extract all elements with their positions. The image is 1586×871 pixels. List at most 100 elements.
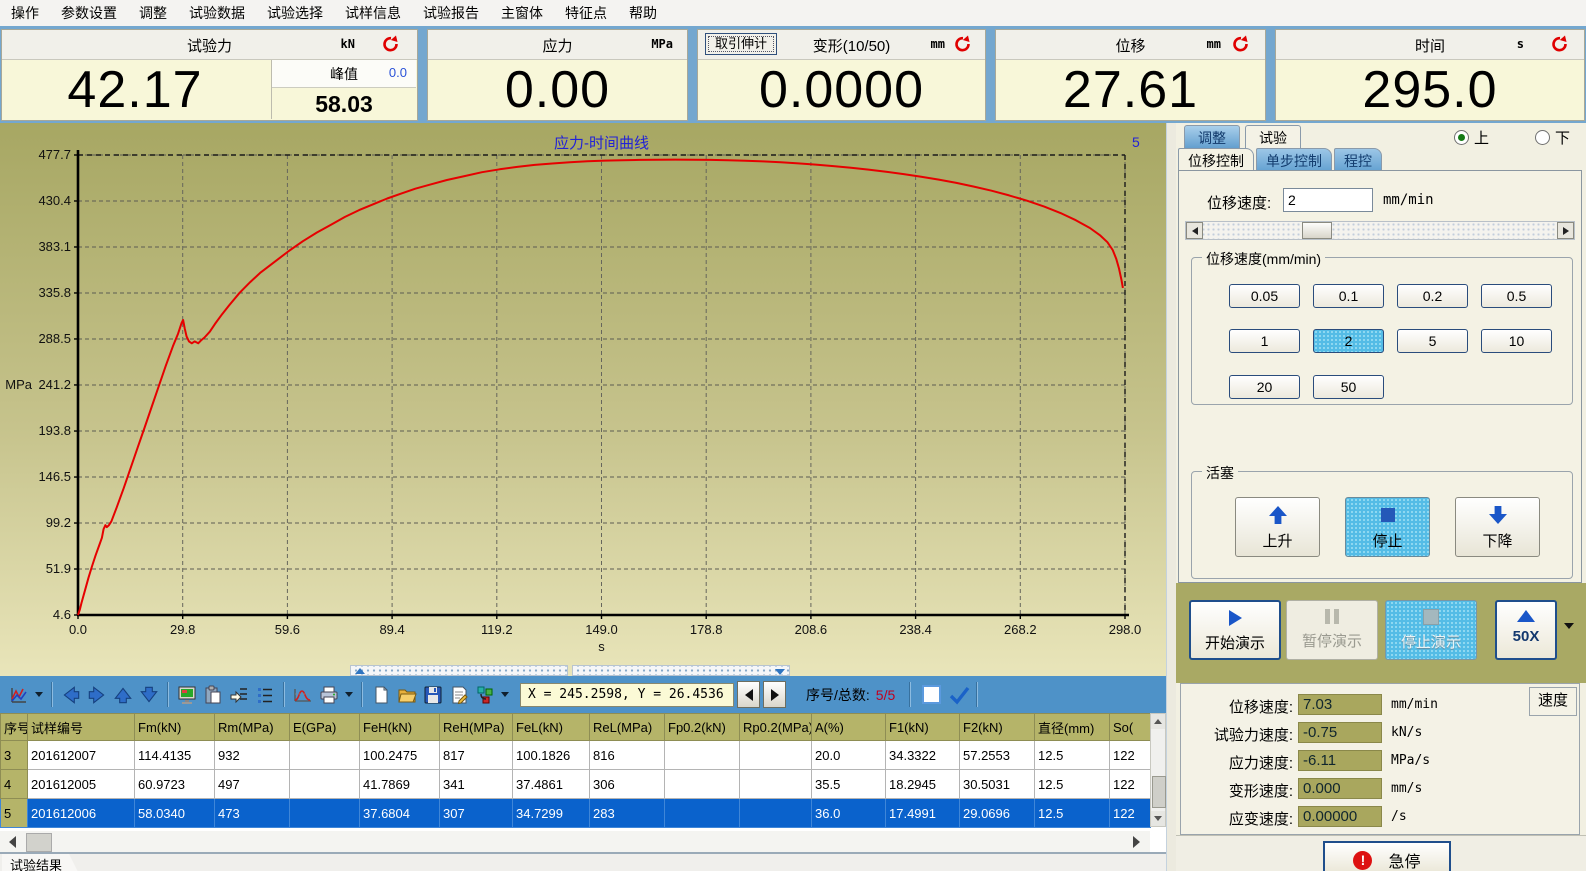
demo-speed-button[interactable]: 50X [1495, 600, 1557, 660]
slider-thumb[interactable] [1302, 222, 1332, 239]
speed-preset-0.05[interactable]: 0.05 [1229, 284, 1300, 308]
scroll-left-button[interactable] [2, 833, 22, 850]
subtab-step-control[interactable]: 单步控制 [1256, 148, 1332, 171]
table-cell [740, 799, 812, 828]
tab-adjust[interactable]: 调整 [1184, 125, 1240, 150]
monitor-button[interactable] [174, 682, 200, 708]
menu-item-帮助[interactable]: 帮助 [618, 3, 668, 23]
save-button[interactable] [420, 682, 446, 708]
export-caret-icon[interactable] [501, 692, 509, 697]
splitter-expand-handle[interactable] [572, 665, 790, 676]
start-demo-button[interactable]: 开始演示 [1189, 600, 1281, 660]
paste-button[interactable] [200, 682, 226, 708]
speed-preset-20[interactable]: 20 [1229, 375, 1300, 399]
open-file-button[interactable] [394, 682, 420, 708]
time-panel: 时间 s 295.0 [1275, 29, 1585, 121]
speed-preset-10[interactable]: 10 [1481, 329, 1552, 353]
slider-decrease-button[interactable] [1186, 222, 1203, 239]
scroll-right-button[interactable] [1126, 833, 1146, 850]
table-cell [290, 799, 360, 828]
tab-test[interactable]: 试验 [1245, 125, 1301, 150]
report-button[interactable] [446, 682, 472, 708]
rate-row: 变形速度:0.000mm/s [1181, 778, 1579, 800]
nav-down-button[interactable] [136, 682, 162, 708]
graph-type-caret-icon[interactable] [35, 692, 43, 697]
menu-item-试验报告[interactable]: 试验报告 [412, 3, 490, 23]
radio-down-option[interactable]: 下 [1535, 127, 1570, 148]
deform-refresh-icon[interactable] [953, 34, 973, 54]
list-button[interactable] [252, 682, 278, 708]
table-cell: 29.0696 [960, 799, 1035, 828]
slider-increase-button[interactable] [1557, 222, 1574, 239]
pause-demo-button[interactable]: 暂停演示 [1286, 600, 1378, 660]
menu-item-主窗体[interactable]: 主窗体 [490, 3, 554, 23]
splitter-up-icon [355, 668, 365, 674]
radio-up-option[interactable]: 上 [1454, 127, 1489, 148]
graph-type-button[interactable] [6, 682, 32, 708]
table-vertical-scrollbar[interactable] [1150, 713, 1166, 827]
menu-item-参数设置[interactable]: 参数设置 [50, 3, 128, 23]
point-picker-button[interactable] [226, 682, 252, 708]
print-button[interactable] [316, 682, 342, 708]
speed-slider[interactable] [1185, 221, 1575, 240]
arrow-right-icon [86, 684, 108, 706]
next-point-button[interactable] [763, 681, 786, 708]
force-refresh-icon[interactable] [381, 34, 401, 54]
force-unit: kN [341, 37, 355, 51]
export-data-button[interactable] [472, 682, 498, 708]
radio-down-label: 下 [1555, 130, 1570, 147]
vertical-scroll-thumb[interactable] [1152, 776, 1166, 808]
stress-time-chart[interactable]: 应力-时间曲线 5 477.7430.4383.1335.8288.5241.2… [0, 123, 1166, 676]
menu-item-操作[interactable]: 操作 [0, 3, 50, 23]
demo-speed-caret-icon[interactable] [1564, 623, 1574, 629]
speed-input[interactable] [1283, 188, 1373, 212]
menu-item-试样信息[interactable]: 试样信息 [334, 3, 412, 23]
select-checkbox[interactable] [922, 685, 941, 704]
rate-unit: /s [1391, 809, 1407, 824]
table-horizontal-scrollbar[interactable] [0, 831, 1150, 852]
displacement-refresh-icon[interactable] [1231, 34, 1251, 54]
nav-up-button[interactable] [110, 682, 136, 708]
menu-item-试验选择[interactable]: 试验选择 [256, 3, 334, 23]
emergency-stop-button[interactable]: 急停 [1323, 841, 1451, 871]
extensometer-button[interactable]: 取引伸计 [705, 33, 777, 55]
subtab-program-control[interactable]: 程控 [1334, 148, 1382, 171]
scroll-down-button[interactable] [1151, 811, 1165, 826]
speed-preset-1[interactable]: 1 [1229, 329, 1300, 353]
speed-preset-2[interactable]: 2 [1313, 329, 1384, 353]
menu-item-试验数据[interactable]: 试验数据 [178, 3, 256, 23]
new-file-button[interactable] [368, 682, 394, 708]
splitter-collapse-handle[interactable] [350, 665, 568, 676]
speed-preset-50[interactable]: 50 [1313, 375, 1384, 399]
speed-preset-0.1[interactable]: 0.1 [1313, 284, 1384, 308]
time-refresh-icon[interactable] [1550, 34, 1570, 54]
speed-preset-5[interactable]: 5 [1397, 329, 1468, 353]
pause-demo-label: 暂停演示 [1287, 630, 1377, 651]
piston-down-button[interactable]: 下降 [1455, 497, 1540, 557]
curve-window-button[interactable] [290, 682, 316, 708]
table-row[interactable]: 3201612007114.4135932100.2475817100.1826… [1, 741, 1151, 770]
table-row[interactable]: 420161200560.972349741.786934137.4861306… [1, 770, 1151, 799]
horizontal-scroll-thumb[interactable] [26, 833, 52, 852]
toolbar-separator [976, 682, 978, 707]
piston-up-button[interactable]: 上升 [1235, 497, 1320, 557]
menu-item-调整[interactable]: 调整 [128, 3, 178, 23]
stop-demo-button[interactable]: 停止演示 [1385, 600, 1477, 660]
menu-item-特征点[interactable]: 特征点 [554, 3, 618, 23]
piston-stop-button[interactable]: 停止 [1345, 497, 1430, 557]
speed-preset-0.2[interactable]: 0.2 [1397, 284, 1468, 308]
speed-preset-0.5[interactable]: 0.5 [1481, 284, 1552, 308]
chart-splitter[interactable] [350, 665, 790, 676]
control-subtabs: 位移控制 单步控制 程控 [1178, 148, 1384, 171]
table-row[interactable]: 520161200658.034047337.680430734.7299283… [1, 799, 1151, 828]
print-caret-icon[interactable] [345, 692, 353, 697]
scroll-up-button[interactable] [1151, 714, 1165, 729]
subtab-displacement-control[interactable]: 位移控制 [1178, 148, 1254, 171]
prev-point-button[interactable] [737, 681, 760, 708]
tab-test-results[interactable]: 试验结果 [2, 854, 79, 871]
nav-left-button[interactable] [58, 682, 84, 708]
svg-text:268.2: 268.2 [1004, 622, 1037, 637]
rates-panel: 速度 位移速度:7.03mm/min试验力速度:-0.75kN/s应力速度:-6… [1180, 683, 1580, 835]
check-mark-icon[interactable] [947, 683, 971, 707]
nav-right-button[interactable] [84, 682, 110, 708]
